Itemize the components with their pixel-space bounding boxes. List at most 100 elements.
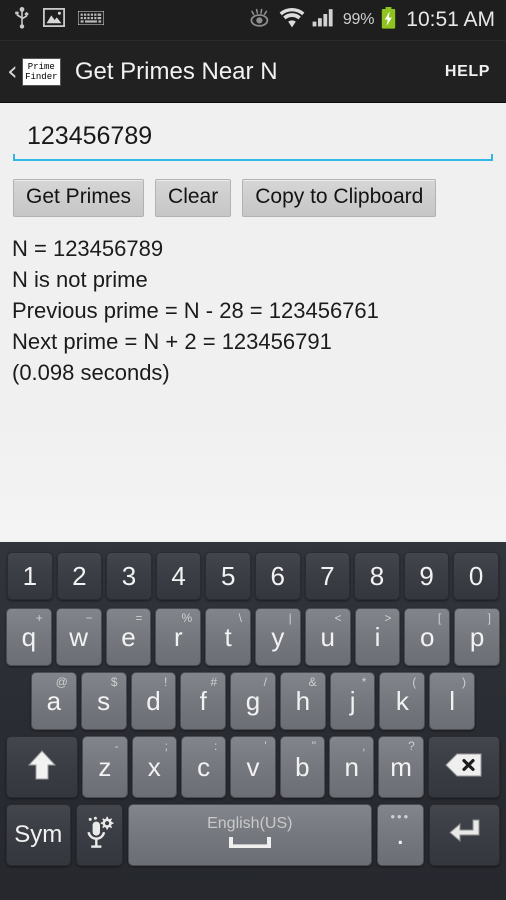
- key-k[interactable]: (k: [379, 672, 426, 730]
- key-label: j: [349, 686, 356, 716]
- key-9[interactable]: 9: [403, 552, 450, 600]
- key-sub-label: ): [462, 675, 467, 689]
- key-label: q: [21, 622, 37, 652]
- result-line: N = 123456789: [12, 236, 164, 261]
- key-label: 0: [468, 561, 484, 591]
- period-more-dots: •••: [390, 809, 411, 824]
- key-label: 8: [369, 561, 385, 591]
- key-sub-label: #: [210, 675, 218, 689]
- key-sub-label: /: [263, 675, 267, 689]
- key-5[interactable]: 5: [205, 552, 251, 600]
- microphone-settings-icon: [84, 816, 114, 855]
- key-label: n: [344, 752, 359, 782]
- key-2[interactable]: 2: [56, 552, 103, 600]
- key-sub-label: *: [361, 675, 367, 689]
- key-sub-label: |: [288, 611, 292, 625]
- key-sub-label: ': [264, 739, 267, 753]
- copy-to-clipboard-button[interactable]: Copy to Clipboard: [242, 179, 437, 218]
- key-label: f: [199, 686, 207, 716]
- key-label: v: [246, 752, 260, 782]
- enter-return-icon: [447, 818, 483, 853]
- key-label: s: [97, 686, 111, 716]
- voice-input-key[interactable]: [75, 804, 123, 866]
- results-output: N = 123456789 N is not prime Previous pr…: [12, 233, 502, 388]
- key-r[interactable]: % r: [155, 608, 202, 666]
- key-label: 4: [171, 561, 186, 591]
- key-x[interactable]: ; x: [131, 736, 177, 798]
- number-input[interactable]: [13, 116, 493, 159]
- key-sub-label: ;: [164, 739, 168, 753]
- key-t[interactable]: \ t: [205, 608, 251, 666]
- key-p[interactable]: ] p: [454, 608, 500, 666]
- key-8[interactable]: 8: [354, 552, 400, 600]
- keyboard-row-home: @ a $ s ! d # f / g & h * j (k ) l: [0, 672, 506, 730]
- key-label: u: [320, 622, 335, 652]
- key-label: y: [271, 622, 285, 652]
- clear-button[interactable]: Clear: [155, 179, 232, 218]
- key-v[interactable]: ' v: [230, 736, 276, 798]
- key-label: 7: [320, 561, 335, 591]
- key-d[interactable]: ! d: [130, 672, 177, 730]
- key-1[interactable]: 1: [7, 552, 53, 600]
- usb-icon: [14, 6, 30, 34]
- key-g[interactable]: / g: [230, 672, 276, 730]
- battery-charging-icon: [381, 6, 396, 34]
- key-sub-label: -: [114, 739, 119, 753]
- key-0[interactable]: 0: [453, 552, 499, 600]
- input-underline: [13, 154, 493, 161]
- keyboard-row-qwerty: + q − w = e % r \ t | y < u > i [o ] p: [0, 608, 506, 666]
- help-button[interactable]: HELP: [445, 63, 506, 81]
- key-h[interactable]: & h: [279, 672, 326, 730]
- result-line: N is not prime: [12, 267, 148, 292]
- key-sub-label: %: [181, 611, 193, 625]
- status-bar-clock: 10:51 AM: [406, 8, 495, 31]
- key-y[interactable]: | y: [254, 608, 301, 666]
- key-sub-label: $: [110, 675, 118, 689]
- key-c[interactable]: :c: [180, 736, 227, 798]
- key-m[interactable]: ? m: [378, 736, 424, 798]
- key-label: w: [69, 622, 89, 652]
- battery-percent-label: 99%: [342, 11, 375, 28]
- key-7[interactable]: 7: [304, 552, 351, 600]
- space-key[interactable]: English(US): [127, 804, 372, 866]
- key-a[interactable]: @ a: [31, 672, 77, 730]
- key-z[interactable]: -z: [82, 736, 128, 798]
- key-4[interactable]: 4: [155, 552, 202, 600]
- key-sub-label: \: [238, 611, 242, 625]
- key-u[interactable]: < u: [304, 608, 351, 666]
- key-label: x: [147, 752, 161, 782]
- key-6[interactable]: 6: [254, 552, 301, 600]
- get-primes-button[interactable]: Get Primes: [13, 179, 145, 218]
- key-b[interactable]: " b: [279, 736, 326, 798]
- key-e[interactable]: = e: [105, 608, 152, 666]
- key-i[interactable]: > i: [354, 608, 401, 666]
- key-n[interactable]: ,n: [329, 736, 375, 798]
- key-sub-label: [: [437, 611, 442, 625]
- key-3[interactable]: 3: [106, 552, 152, 600]
- enter-key[interactable]: [428, 804, 501, 866]
- backspace-key[interactable]: [427, 736, 501, 798]
- key-label: i: [374, 622, 381, 652]
- action-button-row: Get Primes Clear Copy to Clipboard: [13, 179, 437, 218]
- key-l[interactable]: ) l: [429, 672, 476, 730]
- space-language-label: English(US): [207, 814, 293, 832]
- key-label: h: [295, 686, 311, 716]
- shift-key[interactable]: [6, 736, 79, 798]
- key-label: a: [46, 686, 62, 716]
- symbols-key[interactable]: Sym: [6, 804, 71, 866]
- key-w[interactable]: − w: [55, 608, 102, 666]
- key-f[interactable]: # f: [180, 672, 227, 730]
- key-sub-label: −: [85, 611, 93, 625]
- key-j[interactable]: * j: [329, 672, 376, 730]
- period-key[interactable]: ••• .: [376, 804, 424, 866]
- back-chevron-icon[interactable]: ‹: [0, 58, 22, 85]
- main-content: Get Primes Clear Copy to Clipboard N = 1…: [0, 103, 506, 540]
- key-q[interactable]: + q: [6, 608, 52, 666]
- app-icon[interactable]: Prime Finder: [21, 57, 61, 86]
- key-sub-label: !: [164, 675, 168, 689]
- key-s[interactable]: $ s: [80, 672, 127, 730]
- key-sub-label: ?: [408, 739, 415, 753]
- keyboard-row-function: Sym English(US) ••• .: [0, 804, 506, 866]
- key-sub-label: >: [384, 611, 392, 625]
- key-o[interactable]: [o: [404, 608, 451, 666]
